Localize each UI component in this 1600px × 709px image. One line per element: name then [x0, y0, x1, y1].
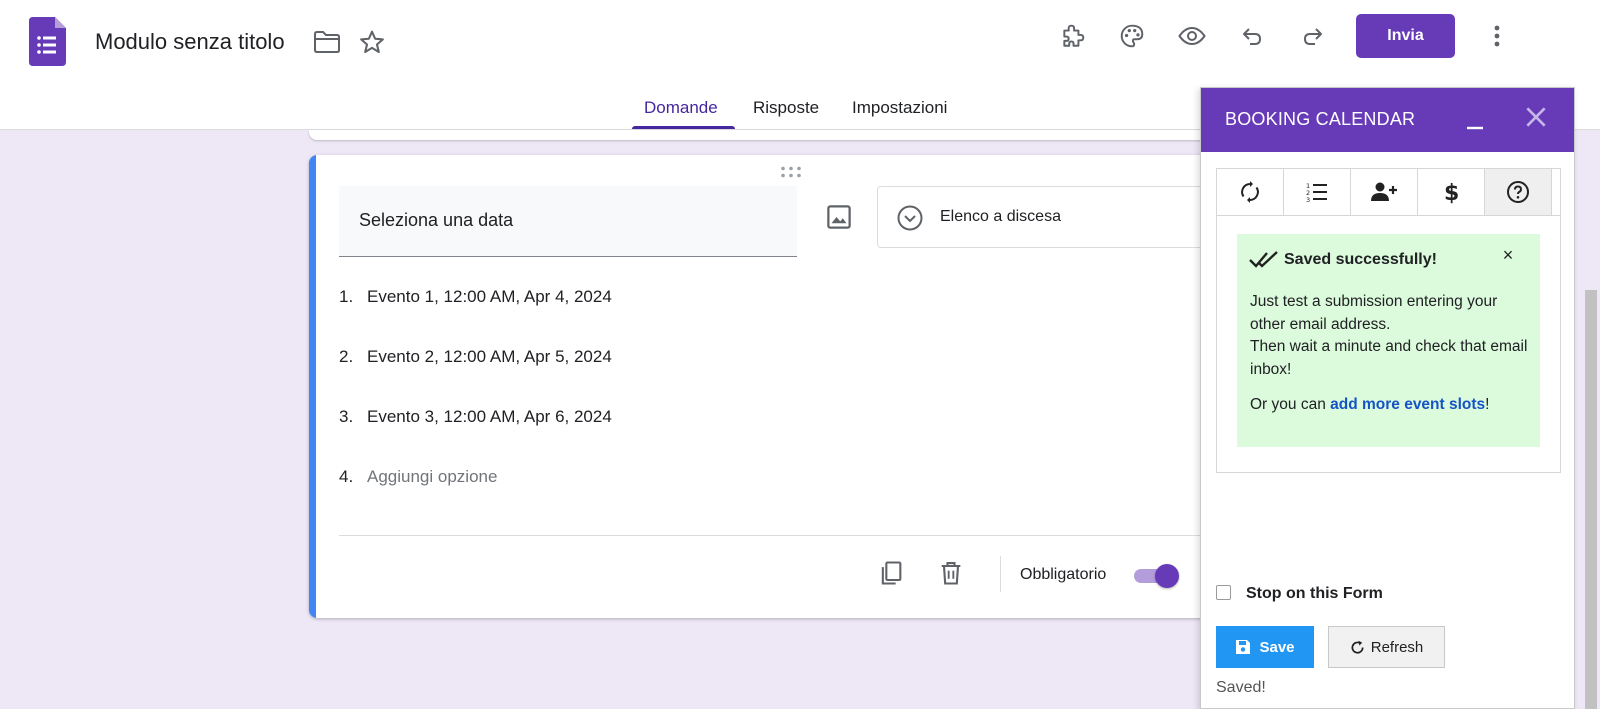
- tab-sync[interactable]: [1217, 169, 1284, 215]
- minimize-icon[interactable]: [1463, 108, 1487, 132]
- alert-close-icon[interactable]: ×: [1499, 246, 1517, 264]
- booking-calendar-panel: BOOKING CALENDAR 123 $ Saved successfull…: [1200, 87, 1575, 709]
- option-number: 1.: [339, 287, 354, 306]
- svg-text:3: 3: [1306, 196, 1310, 204]
- add-event-slots-link[interactable]: add more event slots: [1330, 396, 1485, 413]
- question-type-select[interactable]: Elenco a discesa: [877, 186, 1209, 248]
- tab-payments[interactable]: $: [1418, 169, 1485, 215]
- alert-message-line2: Then wait a minute and check that email …: [1250, 338, 1528, 378]
- option-item[interactable]: 3. Evento 3, 12:00 AM, Apr 6, 2024: [339, 407, 612, 427]
- success-alert: Saved successfully! × Just test a submis…: [1237, 234, 1540, 447]
- tab-list[interactable]: 123: [1284, 169, 1351, 215]
- chevron-down-circle-icon: [896, 204, 924, 232]
- question-title-text: Seleziona una data: [359, 210, 514, 230]
- required-label: Obbligatorio: [1020, 566, 1107, 583]
- form-title[interactable]: Modulo senza titolo: [95, 29, 285, 55]
- refresh-button-label: Refresh: [1370, 638, 1424, 656]
- send-button[interactable]: Invia: [1356, 14, 1455, 58]
- active-card-accent: [309, 155, 316, 618]
- more-vert-icon[interactable]: [1483, 22, 1511, 50]
- floppy-save-icon: [1236, 640, 1251, 654]
- drag-handle-icon[interactable]: [779, 165, 803, 179]
- trash-icon[interactable]: [937, 559, 967, 589]
- list-numbered-icon: 123: [1306, 182, 1327, 204]
- stop-on-form-label: Stop on this Form: [1246, 585, 1383, 602]
- page-scrollbar-thumb[interactable]: [1585, 290, 1597, 709]
- tab-help[interactable]: [1485, 169, 1552, 215]
- refresh-button[interactable]: Refresh: [1328, 626, 1445, 668]
- dollar-icon: $: [1444, 181, 1459, 204]
- alert-title: Saved successfully!: [1284, 251, 1437, 268]
- option-text: Evento 3, 12:00 AM, Apr 6, 2024: [367, 407, 612, 426]
- option-item[interactable]: 1. Evento 1, 12:00 AM, Apr 4, 2024: [339, 287, 612, 307]
- question-card[interactable]: Seleziona una data Elenco a discesa 1. Ev…: [309, 155, 1209, 618]
- panel-body: Saved successfully! × Just test a submis…: [1216, 215, 1561, 473]
- add-option-text: Aggiungi opzione: [367, 467, 498, 486]
- option-number: 4.: [339, 467, 354, 486]
- alert-more-prefix: Or you can: [1250, 396, 1331, 413]
- active-tab-indicator: [632, 126, 735, 129]
- puzzle-addon-icon[interactable]: [1059, 22, 1087, 50]
- panel-title: BOOKING CALENDAR: [1225, 109, 1416, 129]
- stop-on-form-checkbox[interactable]: [1216, 585, 1231, 600]
- duplicate-icon[interactable]: [877, 559, 907, 589]
- undo-icon[interactable]: [1238, 22, 1266, 50]
- footer-separator: [1000, 556, 1001, 592]
- tab-risposte[interactable]: Risposte: [753, 98, 819, 118]
- save-status-text: Saved!: [1216, 679, 1266, 696]
- option-text: Evento 2, 12:00 AM, Apr 5, 2024: [367, 347, 612, 366]
- required-toggle-knob[interactable]: [1155, 564, 1179, 588]
- close-icon[interactable]: [1523, 104, 1549, 130]
- add-image-icon[interactable]: [824, 202, 854, 232]
- svg-text:$: $: [1444, 181, 1459, 204]
- person-add-icon: [1371, 182, 1397, 201]
- tab-attendees[interactable]: [1351, 169, 1418, 215]
- tab-domande[interactable]: Domande: [644, 98, 718, 118]
- folder-icon[interactable]: [313, 28, 341, 56]
- save-button[interactable]: Save: [1216, 626, 1314, 668]
- question-type-label: Elenco a discesa: [940, 208, 1061, 225]
- question-title-input[interactable]: Seleziona una data: [339, 186, 797, 257]
- eye-preview-icon[interactable]: [1178, 22, 1206, 50]
- alert-message: Just test a submission entering your oth…: [1250, 291, 1535, 381]
- panel-tabs: 123 $: [1216, 168, 1561, 216]
- redo-icon[interactable]: [1299, 22, 1327, 50]
- add-option[interactable]: 4. Aggiungi opzione: [339, 467, 497, 487]
- refresh-icon: [1351, 640, 1364, 654]
- sync-icon: [1241, 181, 1259, 203]
- star-icon[interactable]: [358, 28, 386, 56]
- card-footer-divider: [339, 535, 1209, 536]
- help-icon: [1507, 181, 1529, 203]
- forms-logo-icon[interactable]: [29, 17, 66, 66]
- option-text: Evento 1, 12:00 AM, Apr 4, 2024: [367, 287, 612, 306]
- alert-more-text: Or you can add more event slots!: [1250, 396, 1535, 414]
- previous-card-edge: [309, 130, 1209, 140]
- double-check-icon: [1249, 248, 1279, 270]
- alert-message-line1: Just test a submission entering your oth…: [1250, 293, 1498, 333]
- save-button-label: Save: [1259, 638, 1295, 656]
- option-number: 3.: [339, 407, 354, 426]
- tab-impostazioni[interactable]: Impostazioni: [852, 98, 947, 118]
- panel-header: BOOKING CALENDAR: [1201, 88, 1574, 152]
- option-number: 2.: [339, 347, 354, 366]
- option-item[interactable]: 2. Evento 2, 12:00 AM, Apr 5, 2024: [339, 347, 612, 367]
- palette-icon[interactable]: [1118, 22, 1146, 50]
- alert-more-suffix: !: [1485, 396, 1490, 413]
